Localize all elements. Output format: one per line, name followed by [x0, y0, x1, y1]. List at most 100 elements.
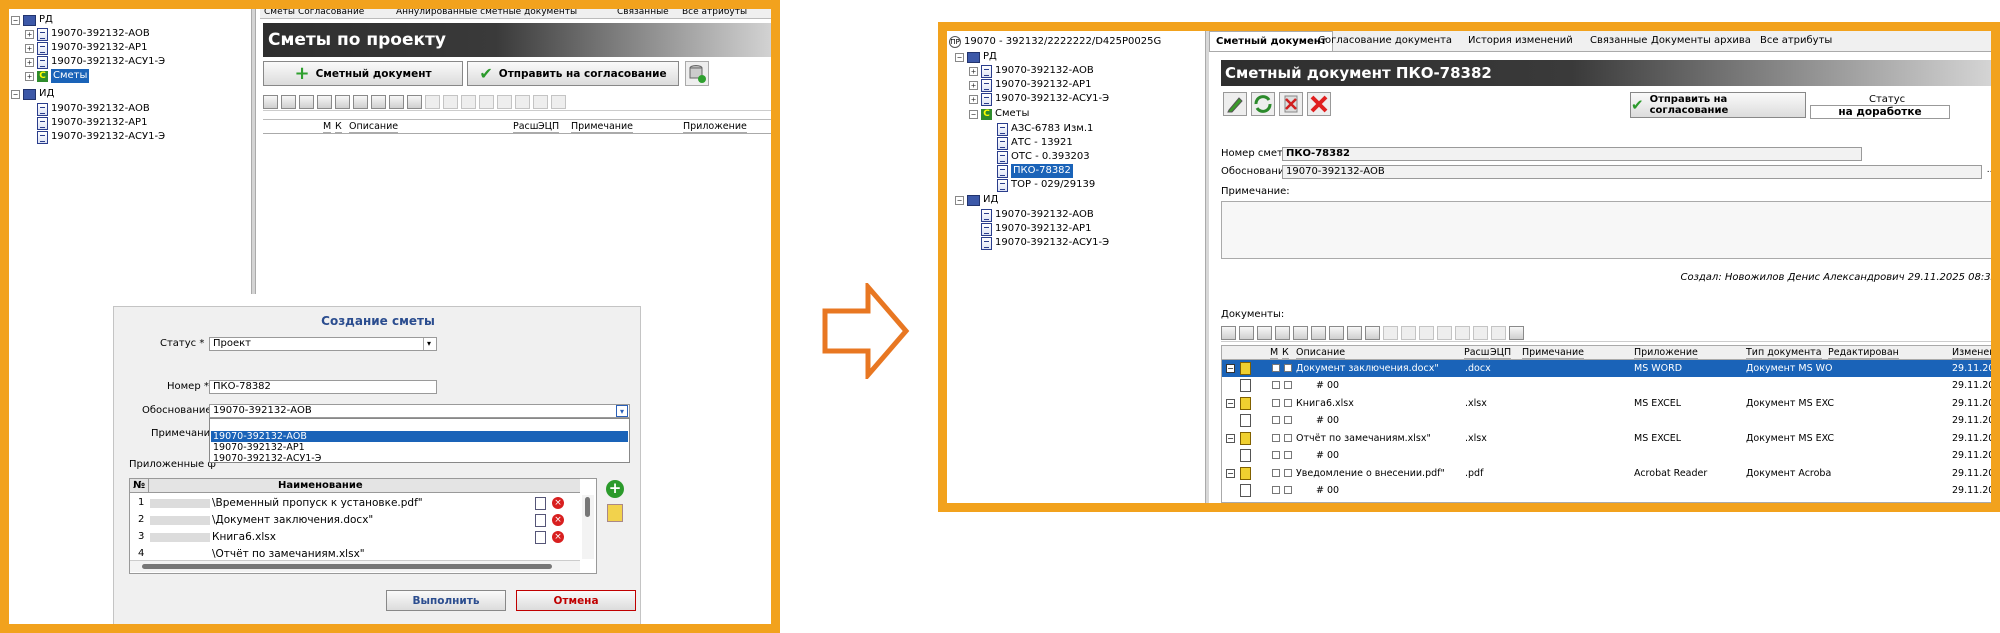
expand-icon[interactable]: + — [969, 66, 978, 76]
checkbox-m[interactable] — [1272, 399, 1280, 407]
filter-icon[interactable] — [1311, 325, 1326, 340]
id-card-icon[interactable] — [299, 94, 314, 109]
refresh-icon[interactable] — [1251, 92, 1275, 116]
checkbox-k[interactable] — [1284, 486, 1292, 494]
collapse-icon[interactable]: − — [955, 52, 964, 62]
import-icon[interactable] — [443, 94, 458, 109]
table-row[interactable]: − Уведомление о внесении.pdf" .pdf Acrob… — [1222, 465, 1991, 482]
archive-icon[interactable] — [1365, 325, 1380, 340]
tab-attributes[interactable]: Все атрибуты — [1754, 31, 1838, 51]
collapse-icon[interactable]: − — [1226, 364, 1235, 373]
tree-node-id[interactable]: − ИД — [11, 87, 54, 101]
chevron-down-icon[interactable]: ▾ — [616, 405, 628, 417]
merge-icon[interactable] — [515, 94, 530, 109]
checkbox-k[interactable] — [1284, 451, 1292, 459]
tree-item[interactable]: ОТС - 0.393203 — [997, 150, 1090, 164]
attach-icon[interactable] — [317, 94, 332, 109]
tree-item[interactable]: 19070-392132-АСУ1-Э — [981, 236, 1109, 250]
table-row[interactable]: − Документ заключения.docx" .docx MS WOR… — [1222, 360, 1991, 377]
expand-icon[interactable]: + — [25, 71, 34, 81]
checkbox-k[interactable] — [1284, 381, 1292, 389]
tab-attributes[interactable]: Все атрибуты — [682, 9, 747, 17]
tree-item[interactable]: ТОР - 029/29139 — [997, 178, 1095, 192]
checkbox-m[interactable] — [1272, 469, 1280, 477]
grid-icon[interactable] — [281, 94, 296, 109]
table-row-version[interactable]: # 00 29.11.202 — [1222, 412, 1991, 429]
checkbox-k[interactable] — [1284, 434, 1292, 442]
table-row-version[interactable]: # 00 29.11.202 — [1222, 482, 1991, 499]
file-icon[interactable] — [535, 514, 546, 527]
tab-archive[interactable]: Документы архива — [1645, 31, 1757, 51]
tab-linked[interactable]: Связанные — [617, 9, 669, 17]
table-row[interactable]: 3 Книга6.xlsx × — [130, 529, 580, 546]
table-row-version[interactable]: # 00 29.11.202 — [1222, 447, 1991, 464]
id-card-icon[interactable] — [1257, 325, 1272, 340]
tab-linked[interactable]: Связанные — [1584, 31, 1653, 51]
tree-item[interactable]: +19070-392132-АОВ — [969, 64, 1094, 78]
clear-icon[interactable] — [607, 504, 623, 522]
checkbox-m[interactable] — [1272, 416, 1280, 424]
swap-icon[interactable] — [533, 94, 548, 109]
tab-soglasovanie[interactable]: Согласование документа — [1312, 31, 1458, 51]
import-icon[interactable] — [1401, 325, 1416, 340]
checkbox-k[interactable] — [1284, 364, 1292, 372]
export-icon[interactable] — [1419, 325, 1434, 340]
tree-item[interactable]: 19070-392132-АОВ — [37, 102, 150, 116]
collapse-icon[interactable]: − — [955, 195, 964, 205]
dropdown-option[interactable]: 19070-392132-АСУ1-Э — [213, 453, 321, 464]
checkbox-k[interactable] — [1284, 469, 1292, 477]
tree-node-smety[interactable]: − C Сметы — [969, 107, 1029, 121]
checkbox-m[interactable] — [1272, 364, 1280, 372]
swap-icon[interactable] — [1491, 325, 1506, 340]
filter-icon[interactable] — [353, 94, 368, 109]
checkbox-m[interactable] — [1272, 381, 1280, 389]
tree-item-selected[interactable]: ПКО-78382 — [997, 164, 1073, 178]
tree-icon[interactable] — [1293, 325, 1308, 340]
tree-item[interactable]: 19070-392132-АСУ1-Э — [37, 130, 165, 144]
collapse-icon[interactable]: − — [11, 15, 20, 25]
merge-icon[interactable] — [1473, 325, 1488, 340]
table-row[interactable]: 4 \Отчёт по замечаниям.xlsx" — [130, 546, 580, 558]
print-icon[interactable] — [1221, 325, 1236, 340]
delete-icon[interactable]: × — [552, 514, 564, 526]
checkbox-m[interactable] — [1272, 434, 1280, 442]
tree-item[interactable]: +19070-392132-АР1 — [969, 78, 1091, 92]
edit-icon[interactable] — [1383, 325, 1398, 340]
tree-item[interactable]: 19070-392132-АР1 — [37, 116, 147, 130]
tree-item[interactable]: АТС - 13921 — [997, 136, 1073, 150]
scatter-icon[interactable] — [371, 94, 386, 109]
layout-icon[interactable] — [1509, 325, 1524, 340]
delete-icon[interactable]: × — [552, 531, 564, 543]
primechanie-textarea[interactable] — [1221, 201, 1991, 259]
table-row-version[interactable]: # 00 29.11.202 — [1222, 377, 1991, 394]
expand-icon[interactable]: + — [25, 57, 34, 67]
expand-icon[interactable]: + — [969, 80, 978, 90]
collapse-icon[interactable]: − — [969, 109, 978, 119]
checkbox-m[interactable] — [1272, 451, 1280, 459]
attach-icon[interactable] — [1275, 325, 1290, 340]
tree-item[interactable]: + 19070-392132-АСУ1-Э — [25, 55, 165, 69]
excel-icon[interactable] — [389, 94, 404, 109]
tree-item[interactable]: +19070-392132-АСУ1-Э — [969, 92, 1109, 106]
table-row[interactable]: − Отчёт по замечаниям.xlsx" .xlsx MS EXC… — [1222, 430, 1991, 447]
print-icon[interactable] — [263, 94, 278, 109]
tree-root[interactable]: ПР 19070 - 392132/2222222/D425P0025G — [949, 35, 1161, 49]
cancel-button[interactable]: Отмена — [516, 590, 636, 611]
checkbox-k[interactable] — [1284, 399, 1292, 407]
table-row[interactable]: 2 \Документ заключения.docx" × — [130, 512, 580, 529]
tree-icon[interactable] — [335, 94, 350, 109]
tree-item[interactable]: АЗС-6783 Изм.1 — [997, 122, 1093, 136]
tree-item[interactable]: 19070-392132-АР1 — [981, 222, 1091, 236]
execute-button[interactable]: Выполнить — [386, 590, 506, 611]
layout-icon[interactable] — [551, 94, 566, 109]
send-approval-button[interactable]: ✔ Отправить на согласование — [1630, 92, 1806, 118]
scatter-icon[interactable] — [1329, 325, 1344, 340]
expand-icon[interactable]: + — [969, 94, 978, 104]
horizontal-scrollbar[interactable] — [130, 560, 580, 572]
vertical-scrollbar[interactable] — [582, 495, 594, 559]
excel-icon[interactable] — [1347, 325, 1362, 340]
tree-node-rd[interactable]: − РД — [955, 50, 997, 64]
file-icon[interactable] — [535, 531, 546, 544]
remove-icon[interactable] — [1437, 325, 1452, 340]
status-select[interactable]: Проект ▾ — [209, 337, 437, 351]
